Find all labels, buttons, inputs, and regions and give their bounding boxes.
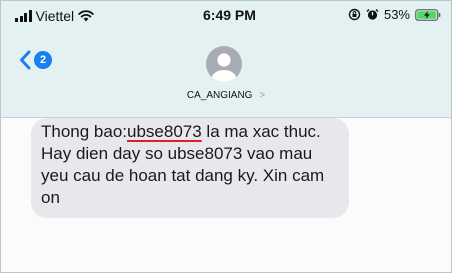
signal-icon bbox=[15, 10, 32, 22]
screenshot-frame: Viettel 6:49 PM 53% 2 CA_ANGIANG > Thong… bbox=[0, 0, 452, 273]
wifi-icon bbox=[78, 10, 94, 22]
carrier-name: Viettel bbox=[35, 8, 75, 24]
conversation-header: Viettel 6:49 PM 53% 2 CA_ANGIANG > bbox=[1, 1, 451, 118]
battery-charging-icon bbox=[415, 8, 441, 21]
battery-percent: 53% bbox=[383, 7, 410, 22]
verification-code: ubse8073 bbox=[127, 122, 202, 141]
message-thread: Thong bao:ubse8073 la ma xac thuc. Hay d… bbox=[1, 118, 451, 272]
contact-name: CA_ANGIANG bbox=[186, 90, 253, 101]
carrier-group: Viettel bbox=[15, 8, 94, 24]
message-prefix: Thong bao: bbox=[41, 122, 128, 141]
contact-avatar[interactable] bbox=[206, 46, 242, 82]
lock-rotation-icon bbox=[348, 8, 361, 21]
back-chevron-icon bbox=[20, 50, 31, 70]
alarm-icon bbox=[366, 9, 379, 20]
chevron-right-icon: > bbox=[259, 90, 266, 101]
received-message-bubble[interactable]: Thong bao:ubse8073 la ma xac thuc. Hay d… bbox=[31, 118, 349, 218]
unread-count-badge: 2 bbox=[34, 51, 52, 69]
status-time: 6:49 PM bbox=[203, 7, 256, 23]
status-bar: Viettel 6:49 PM 53% bbox=[1, 1, 451, 31]
avatar-person-icon bbox=[211, 53, 237, 82]
status-indicators: 53% bbox=[348, 7, 441, 22]
contact-name-row[interactable]: CA_ANGIANG > bbox=[1, 90, 451, 101]
back-button[interactable]: 2 bbox=[19, 50, 52, 70]
